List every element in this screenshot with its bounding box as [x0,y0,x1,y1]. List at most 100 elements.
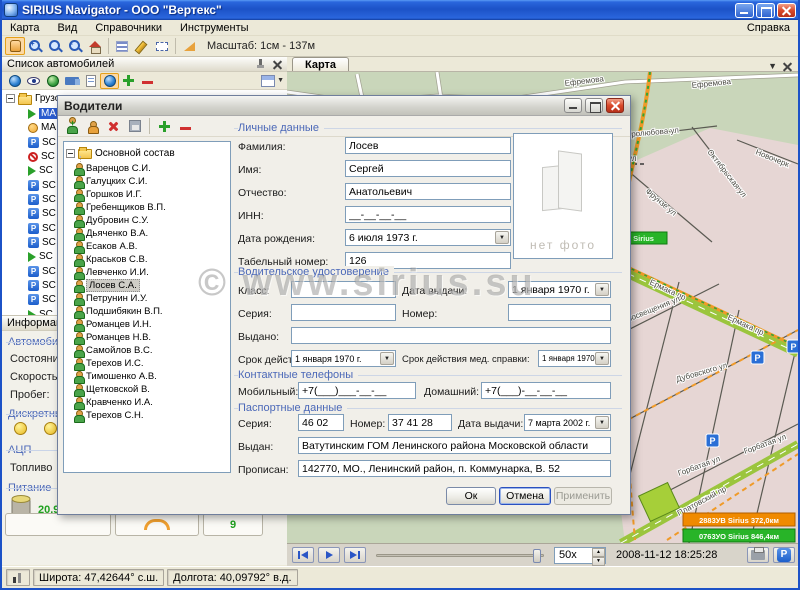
add-group-button[interactable] [155,118,174,134]
vehicle-row[interactable]: SC [28,207,56,220]
remove-group-button[interactable] [176,118,195,134]
vehicle-button[interactable] [62,73,81,89]
edit-button[interactable] [132,37,152,55]
driver-item[interactable]: Петрунин И.У. [74,293,147,304]
license-issued-field[interactable] [291,327,611,344]
med-valid-combo[interactable]: 1 января 1970 г.▼ [538,350,611,367]
patronymic-field[interactable]: Анатольевич [345,183,511,200]
chevron-down-icon[interactable]: ▼ [595,352,609,365]
minimize-button[interactable] [735,3,754,18]
license-number-field[interactable] [508,304,611,321]
legend-button[interactable] [112,37,132,55]
driver-item[interactable]: Краськов С.В. [74,254,148,265]
show-all-button[interactable] [5,73,24,89]
license-valid-combo[interactable]: 1 января 1970 г.▼ [291,350,396,367]
vehicle-badge[interactable]: 2883УВ Sirius 372,0км [683,513,795,526]
vehicle-row[interactable]: SC [28,265,56,278]
driver-item[interactable]: Дубровин С.У. [74,215,149,226]
parking-toggle-button[interactable] [773,547,795,563]
move-driver-button[interactable] [83,118,102,134]
menu-map[interactable]: Карта [10,22,39,34]
slider-thumb[interactable] [533,549,541,563]
driver-item[interactable]: Галуцких С.И. [74,176,147,187]
passport-date-combo[interactable]: 7 марта 2002 г.▼ [524,414,611,431]
restore-button[interactable] [756,3,775,18]
collapse-icon[interactable] [66,149,75,158]
chevron-down-icon[interactable]: ▼ [595,283,609,296]
spin-up-icon[interactable]: ▲ [592,548,605,557]
print-button[interactable] [747,547,769,563]
driver-item[interactable]: Щетковской В. [74,384,150,395]
remove-button[interactable] [138,73,157,89]
menu-help[interactable]: Справка [747,22,790,34]
driver-item[interactable]: Терехов С.Н. [74,410,144,421]
menu-tools[interactable]: Инструменты [180,22,249,34]
drivers-group-row[interactable]: Основной состав [66,147,175,159]
delete-driver-button[interactable] [104,118,123,134]
speed-spinner[interactable]: 50x ▲▼ [554,547,606,564]
skip-forward-button[interactable] [344,547,366,563]
watch-button[interactable] [24,73,43,89]
vehicle-row[interactable]: МА [28,107,58,120]
vehicle-row[interactable]: SC [28,236,56,249]
driver-item[interactable]: Гребенщиков В.П. [74,202,166,213]
driver-item[interactable]: Левченко И.И. [74,267,149,278]
drivers-tree[interactable]: Основной состав Варенцов С.И. Галуцких С… [63,141,231,473]
close-panel-icon[interactable] [273,60,282,69]
vehicle-row[interactable]: SC [28,279,56,292]
vehicle-row[interactable]: SC [28,136,56,149]
vehicle-row[interactable]: SC [28,150,55,163]
home-view-button[interactable] [85,37,105,55]
pin-icon[interactable] [256,59,265,70]
vehicle-row[interactable]: SC [28,164,53,177]
birth-date-combo[interactable]: 6 июля 1973 г.▼ [345,229,511,246]
dialog-close-button[interactable] [606,98,624,113]
tab-map[interactable]: Карта [292,57,349,71]
drivers-dialog[interactable]: Водители Основной состав Варенцов С.И. [57,95,631,515]
driver-item[interactable]: Терехов И.С. [74,358,144,369]
timeline-slider[interactable] [376,554,544,557]
home-phone-field[interactable]: +7(___)-__-__-__ [481,382,611,399]
skip-back-button[interactable] [292,547,314,563]
surname-field[interactable]: Лосев [345,137,511,154]
vehicle-badge[interactable]: 0763УО Sirius 846,4км [683,529,795,542]
driver-item-selected[interactable]: Лосев С.А. [74,280,140,291]
tab-close-icon[interactable] [783,62,792,71]
menu-directories[interactable]: Справочники [95,22,162,34]
zoom-out-button[interactable]: - [65,37,85,55]
passport-series-field[interactable]: 46 02 [298,414,344,431]
vehicle-row[interactable]: МА [28,121,56,134]
chevron-down-icon[interactable]: ▼ [380,352,394,365]
driver-item[interactable]: Есаков А.В. [74,241,137,252]
driver-item[interactable]: Романцев Н.В. [74,332,151,343]
license-series-field[interactable] [291,304,396,321]
columns-button[interactable]: ▼ [261,75,284,87]
inn-field[interactable]: __-__-__-__ [345,206,511,223]
passport-issued-field[interactable]: Ватутинским ГОМ Ленинского района Москов… [298,437,611,454]
driver-item[interactable]: Самойлов В.С. [74,345,152,356]
vehicle-row[interactable]: SC [28,179,56,192]
apply-button[interactable]: Применить [554,487,612,505]
parking-marker-icon[interactable]: P [751,351,764,364]
driver-item[interactable]: Тимошенко А.В. [74,371,157,382]
driver-item[interactable]: Подшибякин В.П. [74,306,163,317]
driver-item[interactable]: Кравченко И.А. [74,397,153,408]
chevron-down-icon[interactable]: ▼ [495,231,509,244]
dialog-title-bar[interactable]: Водители [58,96,630,116]
globe-green-button[interactable] [43,73,62,89]
driver-item[interactable]: Романцев И.Н. [74,319,152,330]
menu-view[interactable]: Вид [57,22,77,34]
class-field[interactable] [291,281,396,298]
dialog-maximize-button[interactable] [585,98,603,113]
title-bar[interactable]: SIRIUS Navigator - ООО "Вертекс" [0,0,800,20]
save-driver-button[interactable] [125,118,144,134]
chevron-down-icon[interactable]: ▼ [595,416,609,429]
mobile-field[interactable]: +7(___)___-__-__ [298,382,416,399]
report-button[interactable] [81,73,100,89]
vehicle-row[interactable]: SC [28,193,56,206]
pan-button[interactable] [5,37,25,55]
play-button[interactable] [318,547,340,563]
driver-item[interactable]: Дьяченко В.А. [74,228,148,239]
add-driver-button[interactable] [62,118,81,134]
add-button[interactable] [119,73,138,89]
